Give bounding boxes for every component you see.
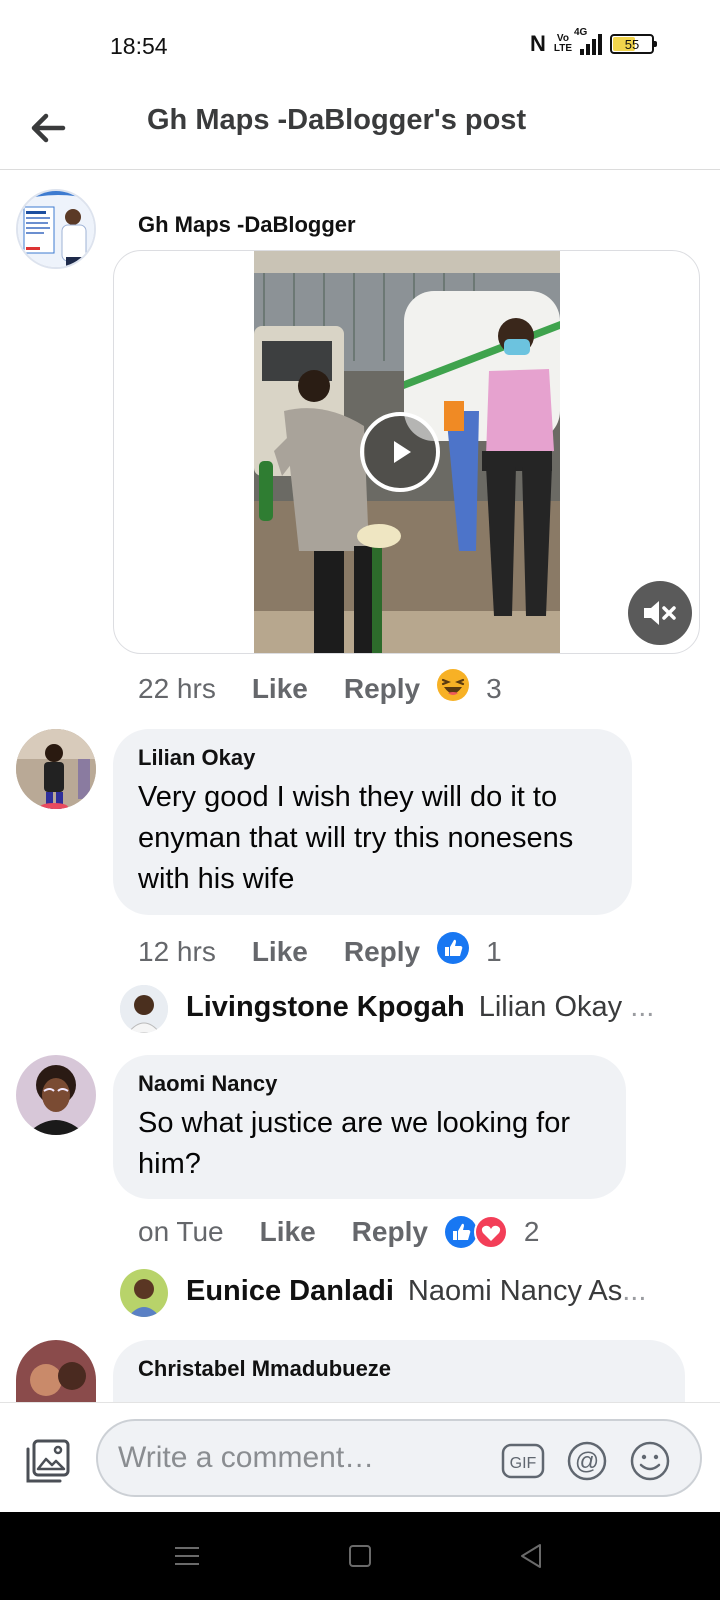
page-title: Gh Maps -DaBlogger's post	[147, 104, 527, 136]
battery-icon: 55	[610, 34, 657, 54]
comment-composer: GIF @	[0, 1402, 720, 1512]
avatar-image	[120, 985, 168, 1033]
reply-avatar	[120, 985, 168, 1033]
comment-actions: 12 hrs Like Reply 1	[138, 931, 502, 972]
haha-reaction-icon[interactable]	[436, 668, 470, 709]
signal-icon: 4G	[574, 27, 602, 55]
reply-ellipsis: ...	[622, 1275, 647, 1307]
comment-input[interactable]	[118, 1421, 478, 1495]
commenter-name[interactable]: Christabel Mmadubueze	[138, 1356, 659, 1382]
comment-time: 12 hrs	[138, 935, 216, 967]
battery-level: 55	[624, 36, 640, 52]
status-bar: 18:54 N Vo LTE 4G 55	[0, 0, 720, 90]
love-reaction-icon	[473, 1215, 508, 1249]
mute-button[interactable]	[628, 581, 692, 645]
commenter-name[interactable]: Naomi Nancy	[138, 1071, 600, 1097]
like-love-reaction-icons[interactable]	[444, 1215, 508, 1249]
nfc-icon: N	[529, 31, 546, 56]
reaction-count[interactable]: 3	[486, 673, 502, 705]
commenter-avatar[interactable]	[16, 729, 96, 809]
avatar-image	[120, 1269, 168, 1317]
photo-button[interactable]	[24, 1437, 72, 1485]
reply-text: Lilian Okay	[478, 991, 623, 1023]
reply-author-name: Eunice Danladi	[186, 1275, 394, 1307]
reply-button[interactable]: Reply	[352, 1216, 428, 1248]
like-button[interactable]: Like	[260, 1216, 316, 1248]
play-icon	[394, 441, 411, 463]
menu-icon	[175, 1547, 199, 1565]
reply-button[interactable]: Reply	[344, 936, 420, 968]
comment-text: Very good I wish they will do it to enym…	[138, 781, 574, 895]
avatar-image	[18, 191, 94, 267]
gif-button[interactable]: GIF	[501, 1439, 545, 1483]
volte-icon: Vo LTE	[553, 33, 572, 54]
post-time: 22 hrs	[138, 672, 216, 704]
status-time: 18:54	[110, 33, 168, 59]
reply-avatar	[120, 1269, 168, 1317]
speaker-muted-icon	[644, 601, 676, 625]
back-arrow-icon	[31, 113, 66, 143]
comment-time: on Tue	[138, 1216, 224, 1247]
avatar-image	[16, 729, 96, 809]
at-label: @	[575, 1448, 599, 1475]
like-button[interactable]: Like	[252, 673, 308, 705]
at-sign-icon: @	[567, 1441, 607, 1481]
like-reaction-icon[interactable]	[436, 931, 470, 972]
gif-label: GIF	[510, 1455, 537, 1472]
comment-bubble[interactable]: Lilian Okay Very good I wish they will d…	[113, 729, 632, 915]
smiley-icon	[630, 1441, 670, 1481]
video-card[interactable]	[113, 250, 700, 654]
system-navigation-bar	[0, 1512, 720, 1600]
network-type: 4G	[574, 27, 588, 38]
system-back-button[interactable]	[511, 1536, 551, 1576]
comment-bubble[interactable]: Naomi Nancy So what justice are we looki…	[113, 1055, 626, 1199]
mention-button[interactable]: @	[565, 1439, 609, 1483]
post-author-name[interactable]: Gh Maps -DaBlogger	[138, 212, 356, 238]
reaction-count[interactable]: 1	[486, 936, 502, 968]
commenter-avatar[interactable]	[16, 1340, 96, 1402]
menu-button[interactable]	[167, 1536, 207, 1576]
comment-input-container[interactable]: GIF @	[96, 1419, 702, 1497]
post-author-avatar[interactable]	[16, 189, 96, 269]
comment-bubble[interactable]: Christabel Mmadubueze	[113, 1340, 685, 1402]
post-actions: 22 hrs Like Reply 3	[138, 668, 502, 709]
back-button[interactable]	[28, 108, 68, 148]
reply-preview[interactable]: Eunice Danladi Naomi Nancy As ...	[120, 1269, 647, 1317]
reaction-count[interactable]: 2	[524, 1216, 540, 1248]
status-icons: N Vo LTE 4G 55	[529, 27, 657, 57]
avatar-image	[16, 1055, 96, 1135]
reply-ellipsis: ...	[630, 991, 655, 1023]
like-button[interactable]: Like	[252, 936, 308, 968]
play-button[interactable]	[360, 412, 440, 492]
reply-author-name: Livingstone Kpogah	[186, 991, 465, 1023]
gif-icon: GIF	[501, 1443, 545, 1479]
commenter-name[interactable]: Lilian Okay	[138, 745, 606, 771]
photo-icon	[26, 1439, 70, 1483]
home-square-icon	[349, 1545, 371, 1567]
comment-actions: on Tue Like Reply 2	[138, 1215, 540, 1249]
home-button[interactable]	[340, 1536, 380, 1576]
commenter-avatar[interactable]	[16, 1055, 96, 1135]
reply-text: Naomi Nancy As	[407, 1275, 623, 1307]
back-triangle-icon	[521, 1544, 541, 1568]
comment-text: So what justice are we looking for him?	[138, 1107, 570, 1180]
emoji-button[interactable]	[628, 1439, 672, 1483]
reply-button[interactable]: Reply	[344, 673, 420, 705]
like-reaction-icon	[444, 1216, 477, 1248]
avatar-image	[16, 1340, 96, 1402]
reply-preview[interactable]: Livingstone Kpogah Lilian Okay ...	[120, 985, 655, 1033]
header: Gh Maps -DaBlogger's post	[0, 90, 720, 170]
